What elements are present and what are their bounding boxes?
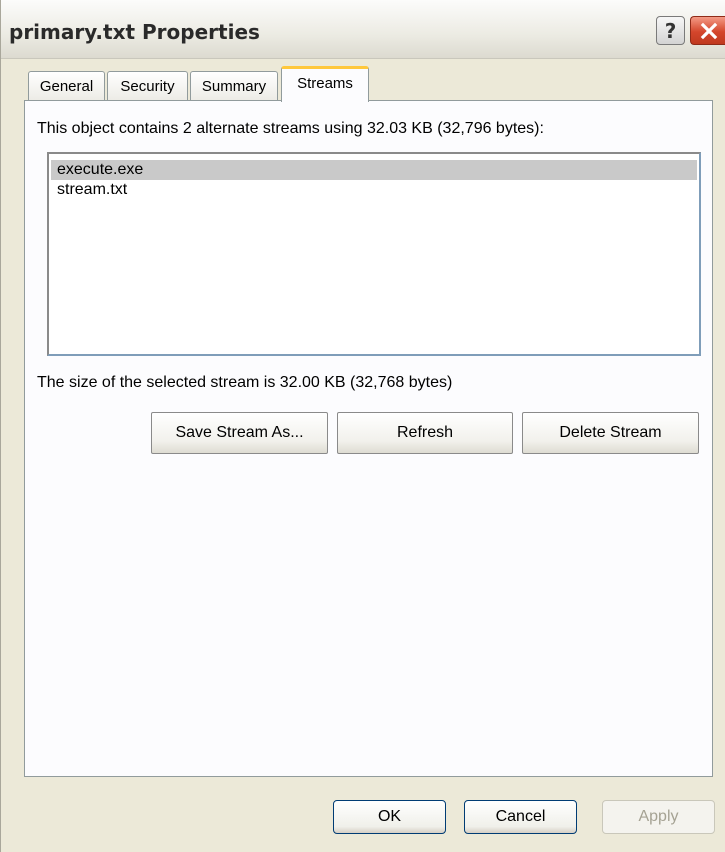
list-item[interactable]: stream.txt (51, 180, 697, 200)
tab-summary[interactable]: Summary (190, 71, 278, 101)
tab-security[interactable]: Security (107, 71, 188, 101)
help-button[interactable]: ? (656, 16, 685, 45)
tab-general[interactable]: General (28, 71, 105, 101)
close-button[interactable] (690, 16, 725, 45)
help-icon: ? (664, 18, 677, 43)
properties-dialog: primary.txt Properties ? General Securit… (0, 0, 725, 852)
save-stream-as-button[interactable]: Save Stream As... (151, 412, 328, 454)
cancel-button[interactable]: Cancel (464, 800, 577, 834)
tab-streams[interactable]: Streams (281, 66, 369, 102)
window-title: primary.txt Properties (9, 20, 260, 44)
ok-button[interactable]: OK (333, 800, 446, 834)
streams-summary: This object contains 2 alternate streams… (37, 120, 544, 137)
title-bar[interactable]: primary.txt Properties ? (1, 0, 725, 59)
close-icon (700, 22, 717, 39)
streams-list[interactable]: execute.exe stream.txt (47, 152, 701, 356)
list-item[interactable]: execute.exe (51, 160, 697, 180)
refresh-button[interactable]: Refresh (337, 412, 513, 454)
delete-stream-button[interactable]: Delete Stream (522, 412, 699, 454)
selected-stream-size: The size of the selected stream is 32.00… (37, 374, 453, 391)
apply-button[interactable]: Apply (602, 800, 715, 834)
